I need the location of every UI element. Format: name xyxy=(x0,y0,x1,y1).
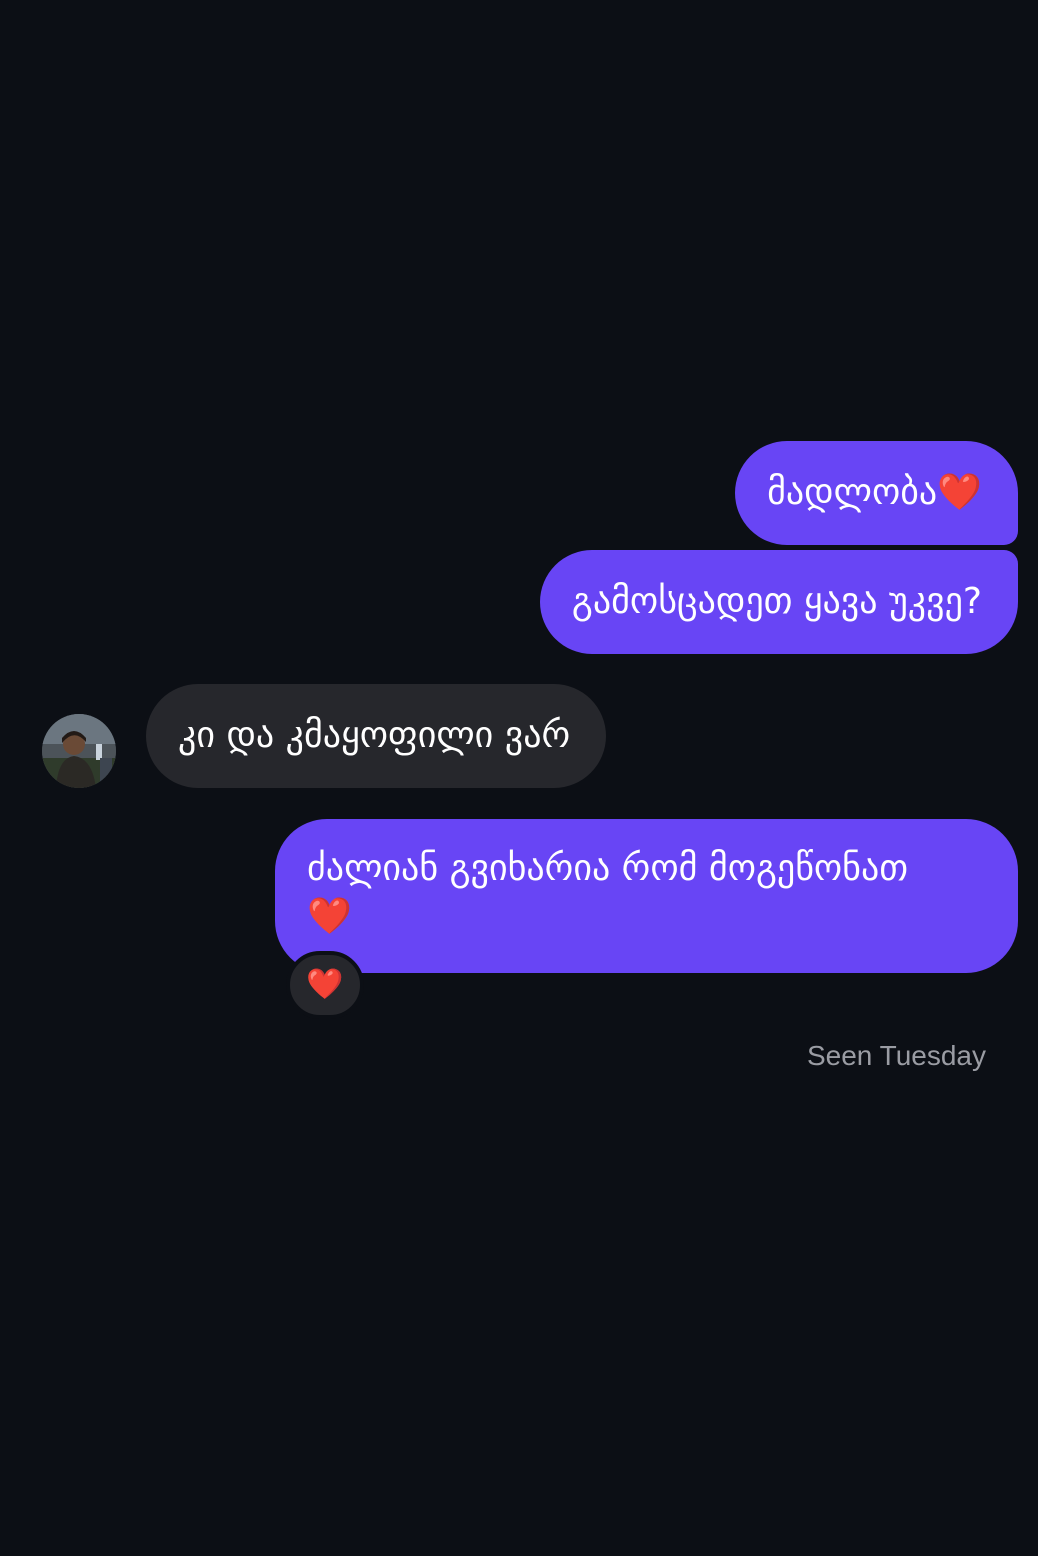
avatar-photo xyxy=(42,714,116,788)
message-text: კი და კმაყოფილი ვარ xyxy=(178,715,571,756)
seen-status: Seen Tuesday xyxy=(806,1040,986,1071)
message-text: ძალიან გვიხარია რომ მოგეწონათ xyxy=(307,848,909,889)
incoming-message-bubble[interactable]: კი და კმაყოფილი ვარ xyxy=(146,684,607,788)
outgoing-message-bubble[interactable]: მადლობა❤️ xyxy=(735,441,1018,545)
heart-emoji-icon: ❤️ xyxy=(307,896,352,937)
avatar[interactable] xyxy=(42,714,116,788)
heart-emoji-icon: ❤️ xyxy=(937,472,982,513)
message-reaction[interactable]: ❤️ xyxy=(286,951,364,1019)
heart-reaction-icon: ❤️ xyxy=(306,967,344,1002)
message-text: გამოსცადეთ ყავა უკვე? xyxy=(571,581,982,622)
outgoing-message-bubble[interactable]: გამოსცადეთ ყავა უკვე? xyxy=(539,550,1018,654)
outgoing-message-bubble[interactable]: ძალიან გვიხარია რომ მოგეწონათ ❤️ xyxy=(275,819,1018,973)
message-text: მადლობა xyxy=(767,472,938,513)
